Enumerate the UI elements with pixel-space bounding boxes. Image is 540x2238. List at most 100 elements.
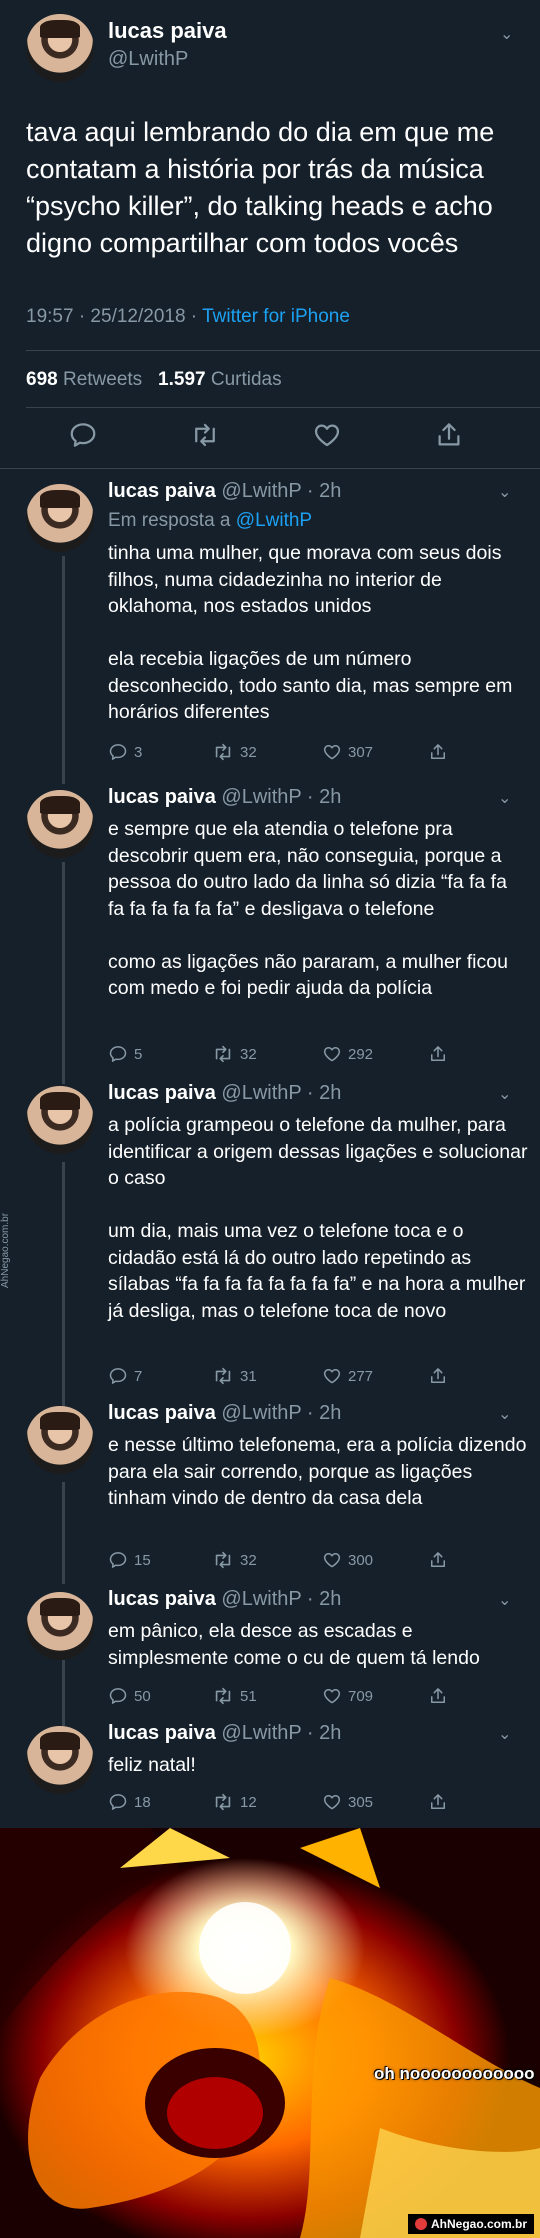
likes-label[interactable]: Curtidas <box>211 369 282 390</box>
author-name[interactable]: lucas paiva <box>108 1588 216 1610</box>
tweet-client-link[interactable]: Twitter for iPhone <box>202 306 350 327</box>
author-handle[interactable]: @LwithP · 2h <box>221 786 341 808</box>
reply-tweet[interactable]: lucas paiva @LwithP · 2h ⌄ em pânico, el… <box>0 1588 540 1718</box>
avatar[interactable] <box>26 484 94 552</box>
avatar[interactable] <box>26 1726 94 1794</box>
share-icon <box>428 1792 448 1812</box>
avatar[interactable] <box>26 790 94 858</box>
reply-header: lucas paiva @LwithP · 2h <box>108 1082 341 1105</box>
retweets-count[interactable]: 698 <box>26 369 58 390</box>
share-button[interactable] <box>428 740 448 764</box>
retweet-button[interactable]: 51 <box>212 1684 257 1708</box>
share-button[interactable] <box>428 1042 448 1066</box>
tweet-text: feliz natal! <box>108 1754 196 1776</box>
tweet-text: tava aqui lembrando do dia em que me con… <box>26 117 495 258</box>
author-name[interactable]: lucas paiva <box>108 1082 216 1104</box>
author-name[interactable]: lucas paiva <box>108 480 216 502</box>
chevron-down-icon[interactable]: ⌄ <box>498 482 511 502</box>
likes-count[interactable]: 1.597 <box>158 369 206 390</box>
like-button[interactable]: 307 <box>322 740 373 764</box>
author-name[interactable]: lucas paiva <box>108 1722 216 1744</box>
tweet-action-bar: 5 32 292 <box>108 1042 488 1066</box>
like-count: 307 <box>348 743 374 761</box>
chevron-down-icon[interactable]: ⌄ <box>498 1590 511 1610</box>
share-button[interactable] <box>428 1364 448 1388</box>
tweet-text: tinha uma mulher, que morava com seus do… <box>108 542 513 723</box>
heart-icon <box>322 1366 342 1386</box>
retweet-icon <box>212 1549 234 1571</box>
reply-count: 50 <box>134 1687 151 1705</box>
reply-tweet[interactable]: lucas paiva @LwithP · 2h ⌄ a polícia gra… <box>0 1082 540 1402</box>
retweet-icon[interactable] <box>190 420 230 460</box>
share-icon[interactable] <box>434 420 474 460</box>
reply-header: lucas paiva @LwithP · 2h <box>108 1402 341 1425</box>
reply-header: lucas paiva @LwithP · 2h <box>108 1722 341 1745</box>
share-button[interactable] <box>428 1548 448 1572</box>
author-name[interactable]: lucas paiva <box>108 1402 216 1424</box>
like-button[interactable]: 292 <box>322 1042 373 1066</box>
share-icon <box>428 1044 448 1064</box>
logo-icon <box>414 2218 427 2230</box>
chevron-down-icon[interactable]: ⌄ <box>498 1084 511 1104</box>
reply-button[interactable]: 18 <box>108 1790 151 1814</box>
avatar[interactable] <box>26 1592 94 1660</box>
heart-icon[interactable] <box>312 420 352 460</box>
author-handle[interactable]: @LwithP <box>108 48 188 71</box>
heart-icon <box>322 1550 342 1570</box>
reply-tweet[interactable]: lucas paiva @LwithP · 2h ⌄ e sempre que … <box>0 786 540 1076</box>
reply-icon <box>108 1792 128 1812</box>
like-button[interactable]: 305 <box>322 1790 373 1814</box>
retweet-button[interactable]: 12 <box>212 1790 257 1814</box>
divider <box>26 407 540 408</box>
retweet-count: 31 <box>240 1367 257 1385</box>
author-handle[interactable]: @LwithP · 2h <box>221 1588 341 1610</box>
retweet-count: 51 <box>240 1687 257 1705</box>
meme-image: oh noooooooooooo AhNegao.com.br <box>0 1828 540 2238</box>
author-handle[interactable]: @LwithP · 2h <box>221 1402 341 1424</box>
reply-tweet[interactable]: lucas paiva @LwithP · 2h ⌄ feliz natal! … <box>0 1722 540 1822</box>
retweet-icon <box>212 1043 234 1065</box>
like-button[interactable]: 300 <box>322 1548 373 1572</box>
reply-button[interactable]: 50 <box>108 1684 151 1708</box>
author-handle[interactable]: @LwithP · 2h <box>221 1722 341 1744</box>
avatar[interactable] <box>26 1406 94 1474</box>
author-handle[interactable]: @LwithP · 2h <box>221 480 341 502</box>
reply-tweet[interactable]: lucas paiva @LwithP · 2h ⌄ Em resposta a… <box>0 480 540 780</box>
avatar[interactable] <box>26 14 94 82</box>
like-button[interactable]: 277 <box>322 1364 373 1388</box>
reply-button[interactable]: 7 <box>108 1364 142 1388</box>
reply-icon[interactable] <box>68 420 108 460</box>
reply-button[interactable]: 5 <box>108 1042 142 1066</box>
reply-button[interactable]: 3 <box>108 740 142 764</box>
chevron-down-icon[interactable]: ⌄ <box>500 24 513 44</box>
retweet-button[interactable]: 31 <box>212 1364 257 1388</box>
reply-icon <box>108 1686 128 1706</box>
retweet-button[interactable]: 32 <box>212 740 257 764</box>
tweet-action-bar: 18 12 305 <box>108 1790 488 1814</box>
in-reply-to-link[interactable]: @LwithP <box>236 510 312 531</box>
in-reply-to: Em resposta a @LwithP <box>108 510 312 532</box>
watermark-badge: AhNegao.com.br <box>407 2214 534 2234</box>
author-handle[interactable]: @LwithP · 2h <box>221 1082 341 1104</box>
share-button[interactable] <box>428 1790 448 1814</box>
author-name[interactable]: lucas paiva <box>108 786 216 808</box>
retweet-icon <box>212 1685 234 1707</box>
retweet-count: 32 <box>240 1045 257 1063</box>
heart-icon <box>322 742 342 762</box>
author-name[interactable]: lucas paiva <box>108 18 227 44</box>
share-button[interactable] <box>428 1684 448 1708</box>
retweet-button[interactable]: 32 <box>212 1042 257 1066</box>
retweet-icon <box>212 741 234 763</box>
chevron-down-icon[interactable]: ⌄ <box>498 788 511 808</box>
chevron-down-icon[interactable]: ⌄ <box>498 1404 511 1424</box>
heart-icon <box>322 1686 342 1706</box>
retweet-button[interactable]: 32 <box>212 1548 257 1572</box>
retweets-label[interactable]: Retweets <box>63 369 142 390</box>
reply-button[interactable]: 15 <box>108 1548 151 1572</box>
like-button[interactable]: 709 <box>322 1684 373 1708</box>
reply-tweet[interactable]: lucas paiva @LwithP · 2h ⌄ e nesse últim… <box>0 1402 540 1582</box>
share-icon <box>428 742 448 762</box>
chevron-down-icon[interactable]: ⌄ <box>498 1724 511 1744</box>
tweet-action-bar <box>0 420 540 460</box>
avatar[interactable] <box>26 1086 94 1154</box>
